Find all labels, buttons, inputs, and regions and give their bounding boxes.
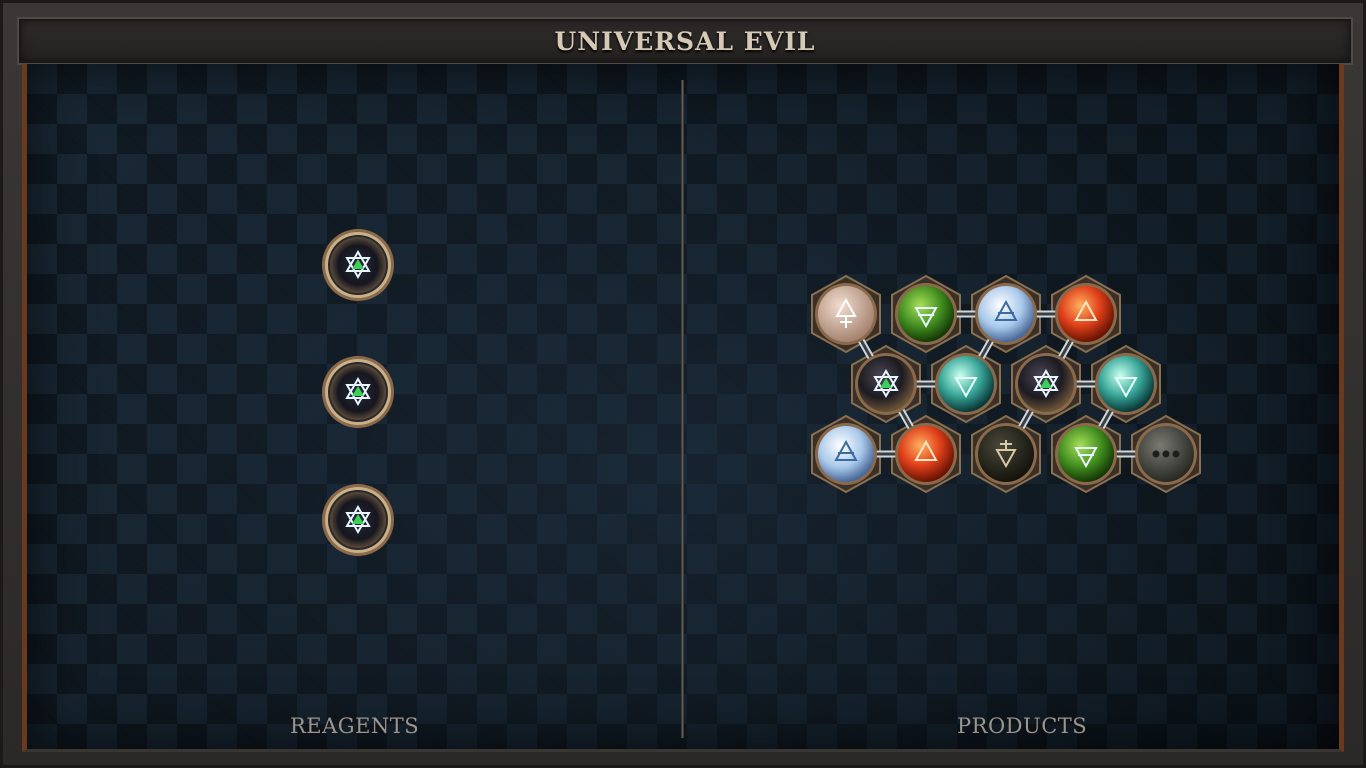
products-label: PRODUCTS (957, 714, 1088, 738)
reagent-slot[interactable] (318, 225, 398, 305)
panel-divider (681, 80, 684, 738)
salt-star-icon (322, 482, 394, 558)
earth-icon (895, 283, 957, 345)
air-icon (975, 283, 1037, 345)
water-icon (935, 353, 997, 415)
fire-icon (895, 423, 957, 485)
air-icon (815, 423, 877, 485)
lead-icon (975, 423, 1037, 485)
salt-star-icon (1015, 353, 1077, 415)
reagents-label: REAGENTS (290, 714, 420, 738)
fire-icon (1055, 283, 1117, 345)
more-icon (1135, 423, 1197, 485)
salt-star-icon (322, 227, 394, 303)
quintessence-icon (815, 283, 877, 345)
puzzle-title: UNIVERSAL EVIL (554, 26, 816, 56)
water-icon (1095, 353, 1157, 415)
reagent-slot[interactable] (318, 352, 398, 432)
salt-star-icon (322, 354, 394, 430)
salt-star-icon (855, 353, 917, 415)
reagent-slot[interactable] (318, 480, 398, 560)
earth-icon (1055, 423, 1117, 485)
product-molecule[interactable] (800, 270, 1220, 520)
title-bar: UNIVERSAL EVIL (17, 17, 1353, 65)
